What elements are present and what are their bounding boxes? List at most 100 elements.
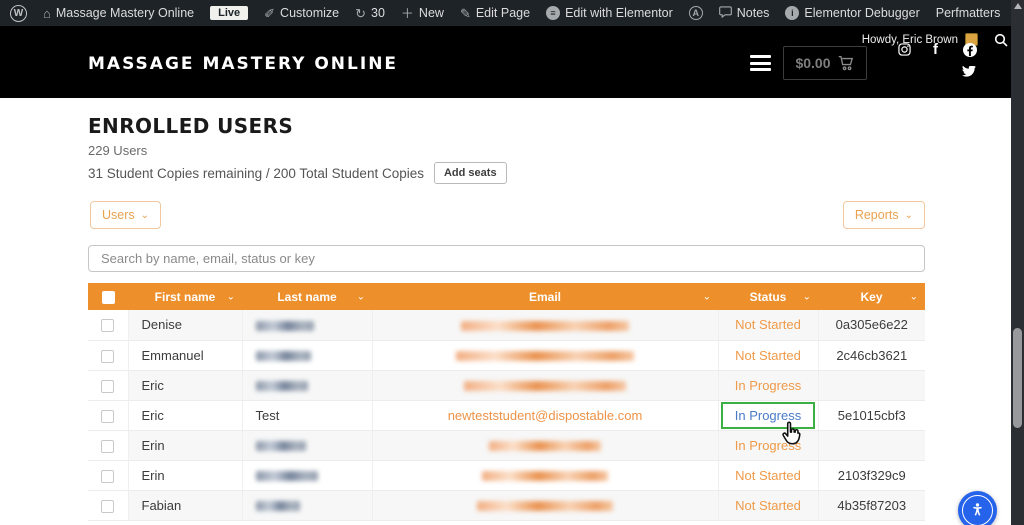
instagram-icon[interactable] [898,43,911,56]
wordpress-icon: W [10,5,27,22]
row-checkbox[interactable] [101,500,114,513]
brush-icon: ✐ [264,7,275,20]
select-all-header[interactable] [88,283,128,310]
first-name-cell: Fabian [128,490,242,520]
email-link[interactable]: newteststudent@dispostable.com [448,408,643,423]
first-name-cell: Erin [128,430,242,460]
sort-chevron-icon[interactable]: ⌄ [910,291,918,302]
first-name-cell: Erin [128,460,242,490]
table-row: Eric In Progress [88,370,925,400]
add-seats-button[interactable]: Add seats [434,162,507,184]
twitter-icon[interactable] [962,66,976,78]
chevron-down-icon: ⌄ [905,210,913,221]
status-link[interactable]: Not Started [735,498,801,513]
admin-bar-edit-page[interactable]: ✎ Edit Page [460,6,530,20]
site-name-label: Massage Mastery Online [56,6,194,20]
status-link[interactable]: In Progress [735,438,801,453]
header-last-name[interactable]: Last name⌄ [242,283,372,310]
scrollbar[interactable] [1011,0,1024,525]
users-menu-button[interactable]: Users ⌄ [90,201,161,229]
menu-toggle-icon[interactable] [750,55,771,75]
table-row: Erin Not Started 2103f329c9 [88,460,925,490]
scrollbar-thumb[interactable] [1013,328,1022,428]
status-link[interactable]: Not Started [735,468,801,483]
admin-bar-notes[interactable]: Notes [719,6,770,20]
table-row: Denise Not Started 0a305e6e22 [88,310,925,340]
scrollbar-up-arrow[interactable] [1014,3,1022,9]
redacted-last-name [256,441,306,451]
header-status[interactable]: Status⌄ [718,283,818,310]
key-cell: 5e1015cbf3 [818,400,925,430]
admin-bar-elementor-debugger[interactable]: i Elementor Debugger [785,6,919,20]
info-icon: i [785,6,799,20]
first-name-cell: Denise [128,310,242,340]
select-all-checkbox[interactable] [102,291,115,304]
search-input[interactable] [88,245,925,272]
plus-icon: ＋ [401,7,414,20]
redacted-email [482,471,608,481]
site-logo[interactable]: MASSAGE MASTERY ONLINE [88,54,398,74]
last-name-cell: Test [242,400,372,430]
redacted-last-name [256,471,318,481]
accessibility-button[interactable] [958,491,997,525]
redacted-last-name [256,381,308,391]
redacted-email [489,441,601,451]
facebook-circle-icon[interactable] [963,43,977,57]
row-checkbox[interactable] [101,319,114,332]
admin-bar-astra-menu[interactable]: A [689,6,703,20]
key-cell: 4b35f87203 [818,490,925,520]
header-email[interactable]: Email⌄ [372,283,718,310]
redacted-email [456,351,634,361]
row-checkbox[interactable] [101,440,114,453]
admin-bar-updates[interactable]: ↻ 30 [355,6,385,20]
screen: W ⌂ Massage Mastery Online Live ✐ Custom… [0,0,1024,525]
enrolled-users-table: First name⌄ Last name⌄ Email⌄ Status⌄ Ke… [88,283,925,521]
sort-chevron-icon[interactable]: ⌄ [227,291,235,302]
header-first-name[interactable]: First name⌄ [128,283,242,310]
key-cell: 2c46cb3621 [818,340,925,370]
redacted-last-name [256,501,300,511]
howdy-account[interactable]: Howdy, Eric Brown [862,33,978,46]
cart-icon [838,55,855,71]
updates-count: 30 [371,6,385,20]
redacted-last-name [256,321,314,331]
sort-chevron-icon[interactable]: ⌄ [803,291,811,302]
wp-logo-menu[interactable]: W [10,5,27,22]
reports-menu-button[interactable]: Reports ⌄ [843,201,925,229]
user-count: 229 Users [88,143,147,158]
admin-bar-perfmatters[interactable]: Perfmatters [936,6,1001,20]
key-cell [818,370,925,400]
accessibility-icon [962,495,993,525]
row-checkbox[interactable] [101,410,114,423]
astra-icon: A [689,6,703,20]
seats-remaining-text: 31 Student Copies remaining / 200 Total … [88,166,424,181]
table-row: Erin In Progress [88,430,925,460]
table-row: Emmanuel Not Started 2c46cb3621 [88,340,925,370]
live-badge[interactable]: Live [210,6,248,20]
admin-bar-new[interactable]: ＋ New [401,6,444,20]
speech-bubble-icon [719,6,732,20]
sort-chevron-icon[interactable]: ⌄ [357,291,365,302]
table-row: Fabian Not Started 4b35f87203 [88,490,925,520]
header-key[interactable]: Key⌄ [818,283,925,310]
search-icon[interactable] [994,33,1008,47]
sort-chevron-icon[interactable]: ⌄ [703,291,711,302]
status-link[interactable]: Not Started [735,317,801,332]
first-name-cell: Emmanuel [128,340,242,370]
status-link[interactable]: In Progress [735,408,801,423]
admin-bar-customize[interactable]: ✐ Customize [264,6,339,20]
home-icon: ⌂ [43,7,51,20]
chevron-down-icon: ⌄ [141,210,149,221]
table-header-row: First name⌄ Last name⌄ Email⌄ Status⌄ Ke… [88,283,925,310]
row-checkbox[interactable] [101,470,114,483]
row-checkbox[interactable] [101,380,114,393]
status-link[interactable]: Not Started [735,348,801,363]
redacted-email [477,501,613,511]
status-link[interactable]: In Progress [735,378,801,393]
facebook-f-icon[interactable]: f [933,41,938,58]
admin-bar-edit-with-elementor[interactable]: ≡ Edit with Elementor [546,6,673,20]
admin-bar-site-name[interactable]: ⌂ Massage Mastery Online [43,6,194,20]
cart-button[interactable]: $0.00 [783,46,867,80]
row-checkbox[interactable] [101,350,114,363]
key-cell: 2103f329c9 [818,460,925,490]
